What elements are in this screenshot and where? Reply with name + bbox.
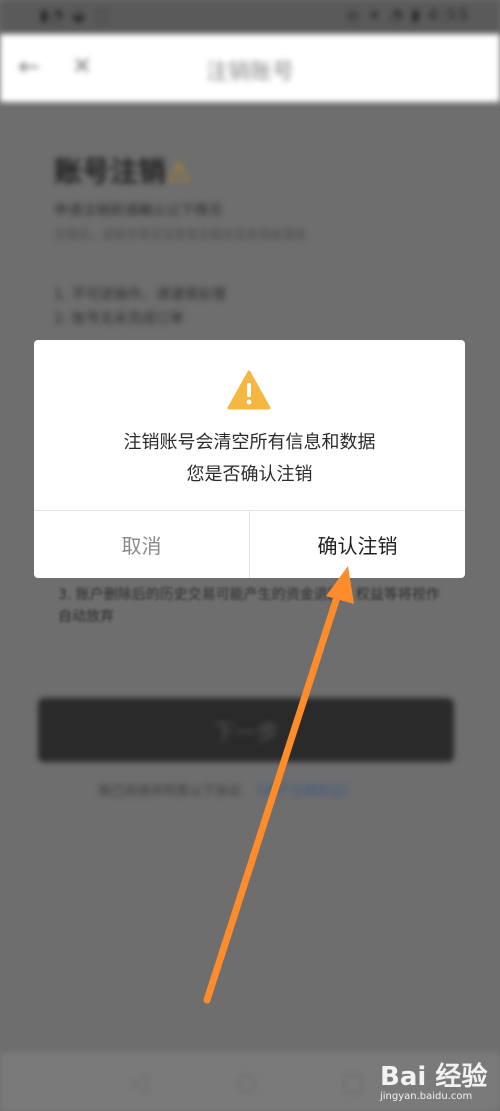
baidu-watermark: Bai 经验 jingyan.baidu.com [380, 1056, 487, 1102]
watermark-main: Bai 经验 [380, 1062, 488, 1092]
watermark-sub: jingyan.baidu.com [380, 1091, 473, 1102]
annotation-arrow [203, 566, 354, 1004]
